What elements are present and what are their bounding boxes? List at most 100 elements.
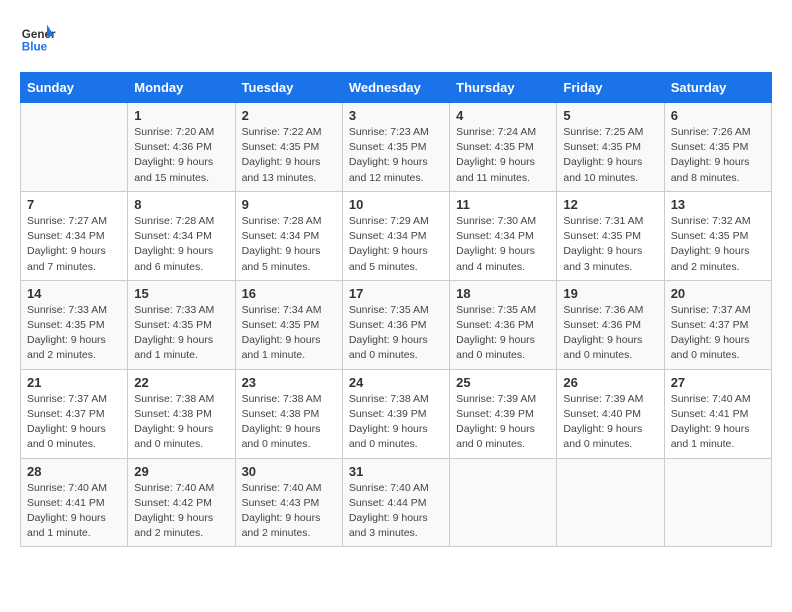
day-info: Sunrise: 7:39 AM Sunset: 4:39 PM Dayligh… — [456, 392, 550, 453]
day-info: Sunrise: 7:40 AM Sunset: 4:42 PM Dayligh… — [134, 481, 228, 542]
calendar-cell — [664, 458, 771, 547]
day-info: Sunrise: 7:38 AM Sunset: 4:38 PM Dayligh… — [134, 392, 228, 453]
day-info: Sunrise: 7:40 AM Sunset: 4:43 PM Dayligh… — [242, 481, 336, 542]
day-info: Sunrise: 7:33 AM Sunset: 4:35 PM Dayligh… — [134, 303, 228, 364]
calendar-cell: 14 Sunrise: 7:33 AM Sunset: 4:35 PM Dayli… — [21, 280, 128, 369]
day-number: 26 — [563, 375, 657, 390]
calendar-cell: 27 Sunrise: 7:40 AM Sunset: 4:41 PM Dayli… — [664, 369, 771, 458]
day-number: 22 — [134, 375, 228, 390]
calendar-cell: 30 Sunrise: 7:40 AM Sunset: 4:43 PM Dayli… — [235, 458, 342, 547]
logo-icon: General Blue — [20, 20, 56, 56]
calendar-cell: 1 Sunrise: 7:20 AM Sunset: 4:36 PM Daylig… — [128, 103, 235, 192]
day-number: 7 — [27, 197, 121, 212]
day-number: 5 — [563, 108, 657, 123]
calendar-week-row: 21 Sunrise: 7:37 AM Sunset: 4:37 PM Dayli… — [21, 369, 772, 458]
calendar-cell: 6 Sunrise: 7:26 AM Sunset: 4:35 PM Daylig… — [664, 103, 771, 192]
column-header-wednesday: Wednesday — [342, 73, 449, 103]
logo: General Blue — [20, 20, 60, 56]
calendar-cell: 24 Sunrise: 7:38 AM Sunset: 4:39 PM Dayli… — [342, 369, 449, 458]
day-info: Sunrise: 7:24 AM Sunset: 4:35 PM Dayligh… — [456, 125, 550, 186]
calendar-cell: 25 Sunrise: 7:39 AM Sunset: 4:39 PM Dayli… — [450, 369, 557, 458]
day-info: Sunrise: 7:36 AM Sunset: 4:36 PM Dayligh… — [563, 303, 657, 364]
calendar-table: SundayMondayTuesdayWednesdayThursdayFrid… — [20, 72, 772, 547]
column-header-saturday: Saturday — [664, 73, 771, 103]
calendar-body: 1 Sunrise: 7:20 AM Sunset: 4:36 PM Daylig… — [21, 103, 772, 547]
day-info: Sunrise: 7:35 AM Sunset: 4:36 PM Dayligh… — [349, 303, 443, 364]
day-number: 14 — [27, 286, 121, 301]
day-info: Sunrise: 7:38 AM Sunset: 4:39 PM Dayligh… — [349, 392, 443, 453]
day-number: 11 — [456, 197, 550, 212]
day-number: 4 — [456, 108, 550, 123]
day-info: Sunrise: 7:28 AM Sunset: 4:34 PM Dayligh… — [242, 214, 336, 275]
calendar-cell: 16 Sunrise: 7:34 AM Sunset: 4:35 PM Dayli… — [235, 280, 342, 369]
calendar-cell: 9Sunrise: 7:28 AM Sunset: 4:34 PM Daylig… — [235, 191, 342, 280]
calendar-week-row: 7Sunrise: 7:27 AM Sunset: 4:34 PM Daylig… — [21, 191, 772, 280]
calendar-cell — [557, 458, 664, 547]
column-header-friday: Friday — [557, 73, 664, 103]
day-number: 24 — [349, 375, 443, 390]
calendar-cell: 23Sunrise: 7:38 AM Sunset: 4:38 PM Dayli… — [235, 369, 342, 458]
calendar-cell: 2 Sunrise: 7:22 AM Sunset: 4:35 PM Daylig… — [235, 103, 342, 192]
day-number: 10 — [349, 197, 443, 212]
calendar-cell: 15Sunrise: 7:33 AM Sunset: 4:35 PM Dayli… — [128, 280, 235, 369]
day-number: 31 — [349, 464, 443, 479]
day-number: 1 — [134, 108, 228, 123]
day-info: Sunrise: 7:30 AM Sunset: 4:34 PM Dayligh… — [456, 214, 550, 275]
calendar-cell: 3Sunrise: 7:23 AM Sunset: 4:35 PM Daylig… — [342, 103, 449, 192]
calendar-cell: 12 Sunrise: 7:31 AM Sunset: 4:35 PM Dayli… — [557, 191, 664, 280]
day-info: Sunrise: 7:34 AM Sunset: 4:35 PM Dayligh… — [242, 303, 336, 364]
day-info: Sunrise: 7:29 AM Sunset: 4:34 PM Dayligh… — [349, 214, 443, 275]
calendar-cell: 19 Sunrise: 7:36 AM Sunset: 4:36 PM Dayli… — [557, 280, 664, 369]
day-info: Sunrise: 7:26 AM Sunset: 4:35 PM Dayligh… — [671, 125, 765, 186]
svg-text:Blue: Blue — [22, 41, 48, 54]
column-header-monday: Monday — [128, 73, 235, 103]
day-info: Sunrise: 7:31 AM Sunset: 4:35 PM Dayligh… — [563, 214, 657, 275]
day-info: Sunrise: 7:40 AM Sunset: 4:41 PM Dayligh… — [27, 481, 121, 542]
day-number: 30 — [242, 464, 336, 479]
day-number: 23 — [242, 375, 336, 390]
day-info: Sunrise: 7:22 AM Sunset: 4:35 PM Dayligh… — [242, 125, 336, 186]
page-header: General Blue — [20, 20, 772, 56]
calendar-cell: 26 Sunrise: 7:39 AM Sunset: 4:40 PM Dayli… — [557, 369, 664, 458]
day-number: 8 — [134, 197, 228, 212]
day-number: 13 — [671, 197, 765, 212]
calendar-week-row: 28Sunrise: 7:40 AM Sunset: 4:41 PM Dayli… — [21, 458, 772, 547]
day-number: 6 — [671, 108, 765, 123]
calendar-cell: 28Sunrise: 7:40 AM Sunset: 4:41 PM Dayli… — [21, 458, 128, 547]
day-info: Sunrise: 7:40 AM Sunset: 4:44 PM Dayligh… — [349, 481, 443, 542]
day-number: 16 — [242, 286, 336, 301]
day-number: 17 — [349, 286, 443, 301]
calendar-cell: 20 Sunrise: 7:37 AM Sunset: 4:37 PM Dayli… — [664, 280, 771, 369]
day-info: Sunrise: 7:28 AM Sunset: 4:34 PM Dayligh… — [134, 214, 228, 275]
day-number: 20 — [671, 286, 765, 301]
calendar-cell: 10 Sunrise: 7:29 AM Sunset: 4:34 PM Dayli… — [342, 191, 449, 280]
calendar-cell: 29 Sunrise: 7:40 AM Sunset: 4:42 PM Dayli… — [128, 458, 235, 547]
day-number: 29 — [134, 464, 228, 479]
calendar-week-row: 14 Sunrise: 7:33 AM Sunset: 4:35 PM Dayli… — [21, 280, 772, 369]
day-info: Sunrise: 7:39 AM Sunset: 4:40 PM Dayligh… — [563, 392, 657, 453]
day-number: 12 — [563, 197, 657, 212]
day-info: Sunrise: 7:33 AM Sunset: 4:35 PM Dayligh… — [27, 303, 121, 364]
calendar-cell — [450, 458, 557, 547]
day-info: Sunrise: 7:37 AM Sunset: 4:37 PM Dayligh… — [671, 303, 765, 364]
day-number: 18 — [456, 286, 550, 301]
calendar-cell: 5 Sunrise: 7:25 AM Sunset: 4:35 PM Daylig… — [557, 103, 664, 192]
day-number: 27 — [671, 375, 765, 390]
day-number: 21 — [27, 375, 121, 390]
calendar-cell: 8 Sunrise: 7:28 AM Sunset: 4:34 PM Daylig… — [128, 191, 235, 280]
day-number: 19 — [563, 286, 657, 301]
calendar-cell: 11 Sunrise: 7:30 AM Sunset: 4:34 PM Dayli… — [450, 191, 557, 280]
day-info: Sunrise: 7:40 AM Sunset: 4:41 PM Dayligh… — [671, 392, 765, 453]
day-info: Sunrise: 7:25 AM Sunset: 4:35 PM Dayligh… — [563, 125, 657, 186]
day-number: 3 — [349, 108, 443, 123]
calendar-cell — [21, 103, 128, 192]
day-info: Sunrise: 7:37 AM Sunset: 4:37 PM Dayligh… — [27, 392, 121, 453]
day-info: Sunrise: 7:35 AM Sunset: 4:36 PM Dayligh… — [456, 303, 550, 364]
calendar-header-row: SundayMondayTuesdayWednesdayThursdayFrid… — [21, 73, 772, 103]
day-number: 2 — [242, 108, 336, 123]
column-header-thursday: Thursday — [450, 73, 557, 103]
calendar-cell: 17 Sunrise: 7:35 AM Sunset: 4:36 PM Dayli… — [342, 280, 449, 369]
day-info: Sunrise: 7:20 AM Sunset: 4:36 PM Dayligh… — [134, 125, 228, 186]
day-number: 25 — [456, 375, 550, 390]
calendar-cell: 31 Sunrise: 7:40 AM Sunset: 4:44 PM Dayli… — [342, 458, 449, 547]
